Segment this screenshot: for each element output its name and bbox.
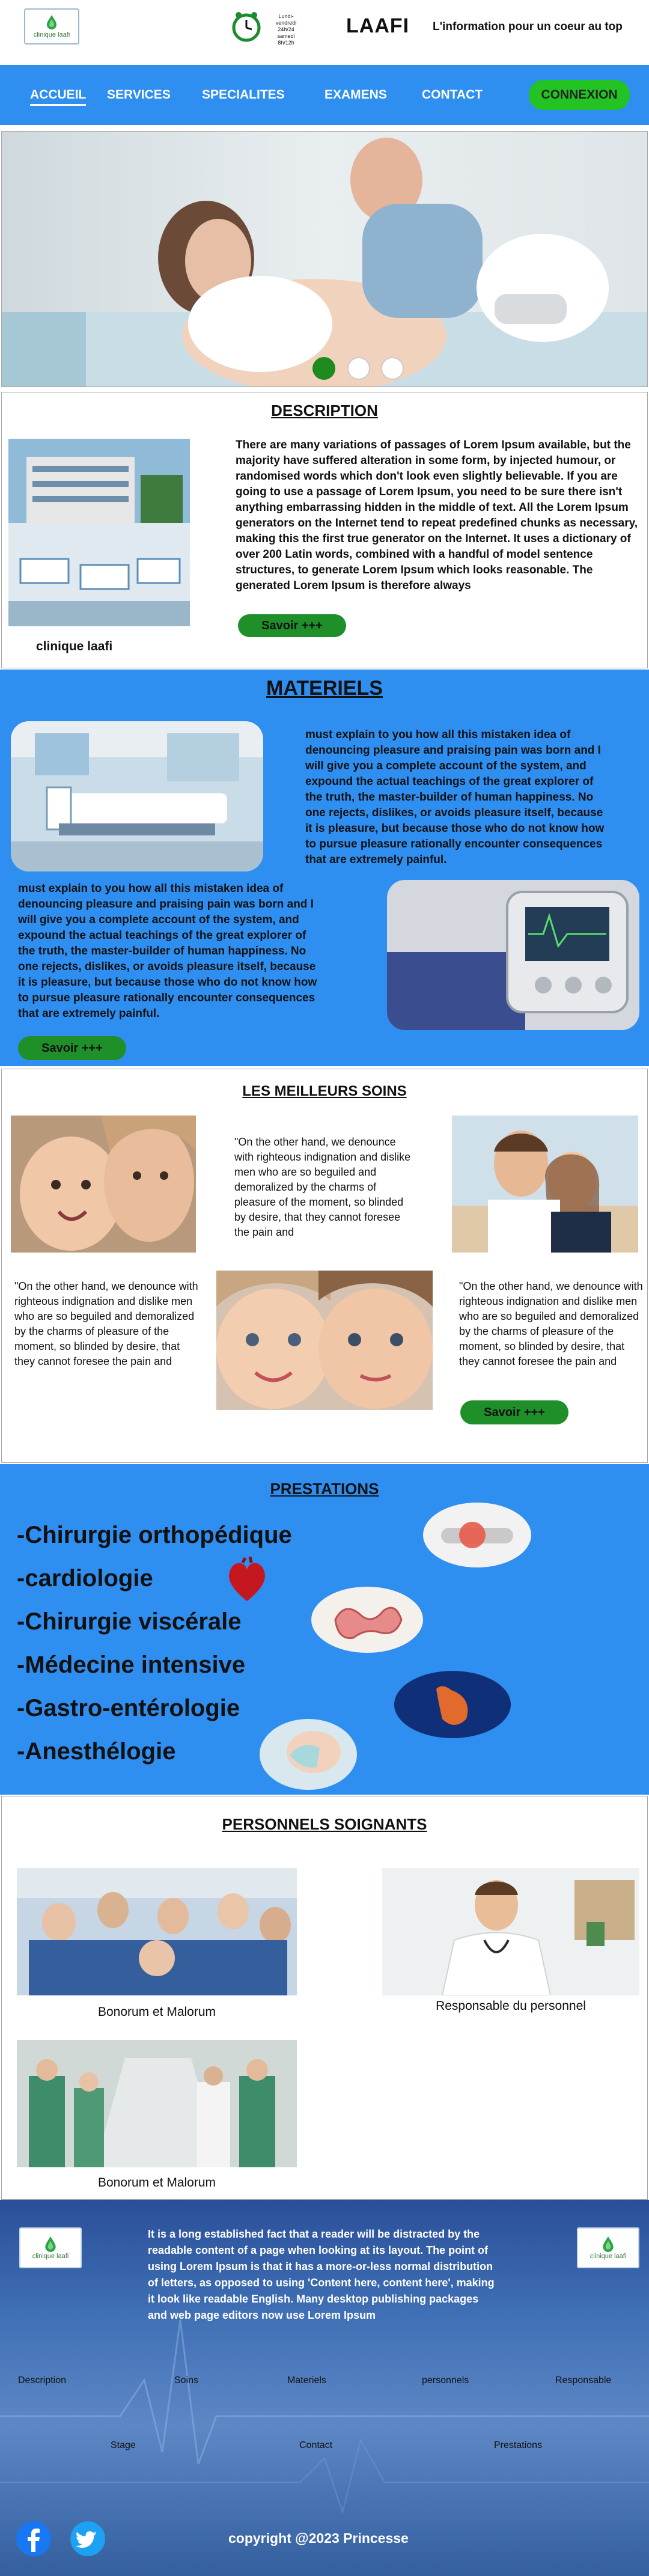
leaf-drop-icon bbox=[603, 2236, 614, 2252]
prestation-item[interactable]: -cardiologie bbox=[17, 1565, 153, 1592]
facebook-icon[interactable] bbox=[16, 2521, 52, 2557]
soins-more-button[interactable]: Savoir +++ bbox=[460, 1400, 568, 1424]
team-photo-1 bbox=[17, 1868, 297, 1995]
footer-link-description[interactable]: Description bbox=[18, 2375, 66, 2386]
description-more-button[interactable]: Savoir +++ bbox=[238, 614, 346, 637]
clinic-photo bbox=[8, 439, 190, 626]
soins-text-a: "On the other hand, we denounce with rig… bbox=[234, 1136, 411, 1238]
prestation-item[interactable]: -Chirurgie viscérale bbox=[17, 1608, 242, 1635]
team-photo-2 bbox=[17, 2040, 297, 2167]
hospital-bed-photo bbox=[11, 721, 263, 871]
footer-copyright: copyright @2023 Princesse bbox=[228, 2530, 409, 2546]
header-logo[interactable]: clinique laafi bbox=[24, 8, 79, 44]
materiels-text-2: must explain to you how all this mistake… bbox=[18, 882, 317, 1020]
soins-text-c: "On the other hand, we denounce with rig… bbox=[459, 1280, 643, 1367]
prestation-item[interactable]: -Anesthélogie bbox=[17, 1738, 175, 1765]
couple-image bbox=[452, 1116, 638, 1253]
opening-hours: Lundi-vendredi 24h/24 samedi 8h/12h bbox=[275, 13, 297, 46]
footer-logo-right[interactable]: clinique laafi bbox=[577, 2227, 639, 2268]
nav-accueil[interactable]: ACCUEIL bbox=[30, 88, 87, 106]
login-button[interactable]: CONNEXION bbox=[529, 80, 630, 110]
knee-joint-icon bbox=[423, 1503, 531, 1567]
footer-link-contact[interactable]: Contact bbox=[299, 2440, 332, 2451]
clock-icon bbox=[232, 12, 261, 42]
footer-link-responsable[interactable]: Responsable bbox=[555, 2375, 611, 2386]
materiels-more-button[interactable]: Savoir +++ bbox=[18, 1036, 126, 1060]
hospital-bed-image bbox=[11, 721, 263, 871]
personnels-title: PERSONNELS SOIGNANTS bbox=[222, 1815, 427, 1833]
soins-title: LES MEILLEURS SOINS bbox=[242, 1083, 407, 1099]
materiels-title: MATERIELS bbox=[266, 677, 383, 700]
anesthesia-mask-icon bbox=[260, 1719, 357, 1790]
soins-text-b: "On the other hand, we denounce with rig… bbox=[14, 1280, 198, 1367]
slider-dot-3[interactable] bbox=[381, 357, 404, 380]
doctor-photo bbox=[382, 1868, 639, 1995]
description-text: There are many variations of passages of… bbox=[236, 439, 638, 592]
prestation-item[interactable]: -Chirurgie orthopédique bbox=[17, 1522, 292, 1549]
hospital-corridor-image bbox=[17, 2040, 297, 2167]
twitter-icon[interactable] bbox=[70, 2521, 106, 2557]
site-tagline: L'information pour un coeur au top bbox=[433, 20, 623, 33]
medical-monitor-image bbox=[387, 880, 639, 1030]
leaf-drop-icon bbox=[47, 15, 56, 29]
prestation-item[interactable]: -Gastro-entérologie bbox=[17, 1695, 240, 1722]
footer-link-prestations[interactable]: Prestations bbox=[494, 2440, 542, 2451]
slider-dot-1[interactable] bbox=[312, 357, 335, 380]
hero-slider[interactable] bbox=[1, 131, 648, 387]
team-caption-1: Bonorum et Malorum bbox=[97, 2005, 216, 2019]
footer-link-soins[interactable]: Soins bbox=[174, 2375, 198, 2386]
mother-child-image bbox=[11, 1116, 196, 1253]
leaf-drop-icon bbox=[45, 2236, 56, 2252]
twins-photo bbox=[216, 1271, 433, 1410]
nav-contact[interactable]: CONTACT bbox=[422, 88, 483, 102]
team-caption-2: Bonorum et Malorum bbox=[97, 2176, 216, 2190]
mother-child-photo bbox=[11, 1116, 196, 1253]
footer-logo-left[interactable]: clinique laafi bbox=[19, 2227, 82, 2268]
clinic-building-image bbox=[8, 439, 190, 626]
medical-team-image bbox=[17, 1868, 297, 1995]
prestation-item[interactable]: -Médecine intensive bbox=[17, 1652, 245, 1679]
logo-text: clinique laafi bbox=[33, 31, 70, 38]
prestations-title: PRESTATIONS bbox=[270, 1480, 379, 1498]
nav-services[interactable]: SERVICES bbox=[107, 88, 171, 102]
stomach-icon bbox=[394, 1671, 511, 1738]
slider-dot-2[interactable] bbox=[347, 357, 370, 380]
description-title: DESCRIPTION bbox=[271, 401, 378, 420]
medical-monitor-photo bbox=[387, 880, 639, 1030]
materiels-text-1: must explain to you how all this mistake… bbox=[305, 728, 605, 866]
footer-logo-text: clinique laafi bbox=[590, 2253, 627, 2260]
footer-link-stage[interactable]: Stage bbox=[111, 2440, 136, 2451]
couple-photo bbox=[452, 1116, 638, 1253]
nav-examens[interactable]: EXAMENS bbox=[324, 88, 387, 102]
footer-logo-text: clinique laafi bbox=[32, 2253, 69, 2260]
site-name: LAAFI bbox=[346, 14, 410, 37]
heart-icon bbox=[229, 1557, 265, 1601]
twins-image bbox=[216, 1271, 433, 1410]
footer-link-personnels[interactable]: personnels bbox=[422, 2375, 469, 2386]
doctor-caption: Responsable du personnel bbox=[436, 1999, 586, 2013]
hero-image bbox=[2, 132, 647, 386]
intestine-icon bbox=[311, 1587, 423, 1653]
clinic-caption: clinique laafi bbox=[36, 639, 113, 653]
footer-link-materiels[interactable]: Materiels bbox=[287, 2375, 326, 2386]
doctor-image bbox=[382, 1868, 639, 1995]
footer-text: It is a long established fact that a rea… bbox=[148, 2228, 495, 2321]
nav-specialites[interactable]: SPECIALITES bbox=[202, 88, 285, 102]
